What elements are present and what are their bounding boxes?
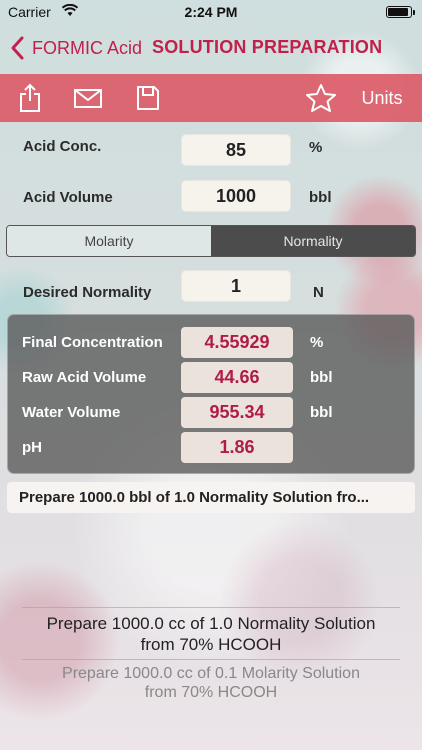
recipe-summary-button[interactable]: Prepare 1000.0 bbl of 1.0 Normality Solu… xyxy=(7,482,415,513)
desired-normality-input[interactable]: 1 xyxy=(181,270,291,302)
ph-value: 1.86 xyxy=(181,432,293,463)
units-label: Units xyxy=(361,87,403,108)
raw-acid-volume-unit: bbl xyxy=(310,369,333,386)
navigation-bar: FORMIC Acid SOLUTION PREPARATION xyxy=(0,28,422,68)
acid-volume-label: Acid Volume xyxy=(23,189,113,206)
raw-acid-volume-label: Raw Acid Volume xyxy=(22,369,147,386)
segment-molarity[interactable]: Molarity xyxy=(7,226,211,256)
battery-fill xyxy=(388,8,408,16)
share-button[interactable] xyxy=(14,74,46,122)
picker-next-line2: from 70% HCOOH xyxy=(144,684,278,701)
toolbar: Units xyxy=(0,74,422,122)
final-concentration-label: Final Concentration xyxy=(22,334,163,351)
desired-normality-label: Desired Normality xyxy=(23,284,152,301)
page-title: SOLUTION PREPARATION xyxy=(152,37,383,57)
save-button[interactable] xyxy=(132,74,164,122)
water-volume-unit: bbl xyxy=(310,404,333,421)
acid-volume-unit: bbl xyxy=(309,189,332,206)
water-volume-label: Water Volume xyxy=(22,404,121,421)
chevron-left-icon xyxy=(11,36,24,60)
picker-next-item[interactable]: Prepare 1000.0 cc of 0.1 Molarity Soluti… xyxy=(0,664,422,702)
status-time: 2:24 PM xyxy=(184,4,238,20)
results-panel: Final Concentration 4.55929 % Raw Acid V… xyxy=(7,314,415,474)
star-icon xyxy=(306,84,336,112)
battery-icon xyxy=(386,6,415,18)
water-volume-value: 955.34 xyxy=(181,397,293,428)
raw-acid-volume-value: 44.66 xyxy=(181,362,293,393)
mail-icon xyxy=(74,89,102,108)
acid-conc-unit: % xyxy=(309,139,323,156)
mode-segmented-control: Molarity Normality xyxy=(6,225,416,257)
picker-selected-item[interactable]: Prepare 1000.0 cc of 1.0 Normality Solut… xyxy=(0,613,422,655)
desired-normality-unit: N xyxy=(313,284,324,301)
acid-volume-input[interactable]: 1000 xyxy=(181,180,291,212)
picker-divider-bottom xyxy=(22,659,400,660)
final-concentration-unit: % xyxy=(310,334,324,351)
segment-normality[interactable]: Normality xyxy=(211,226,415,256)
picker-selected-line2: from 70% HCOOH xyxy=(140,635,282,654)
save-icon xyxy=(137,86,159,110)
final-concentration-value: 4.55929 xyxy=(181,327,293,358)
acid-conc-label: Acid Conc. xyxy=(23,138,102,155)
status-bar: Carrier 2:24 PM xyxy=(0,0,422,24)
picker-selected-line1: Prepare 1000.0 cc of 1.0 Normality Solut… xyxy=(46,614,376,633)
picker-divider-top xyxy=(22,607,400,608)
favorite-button[interactable] xyxy=(303,74,339,122)
acid-conc-input[interactable]: 85 xyxy=(181,134,291,166)
ph-label: pH xyxy=(22,439,42,456)
back-label: FORMIC Acid xyxy=(32,37,143,58)
share-icon xyxy=(20,83,40,112)
units-button[interactable]: Units xyxy=(352,74,412,122)
picker-next-line1: Prepare 1000.0 cc of 0.1 Molarity Soluti… xyxy=(62,665,360,682)
back-button[interactable]: FORMIC Acid xyxy=(8,35,142,61)
mail-button[interactable] xyxy=(70,74,106,122)
